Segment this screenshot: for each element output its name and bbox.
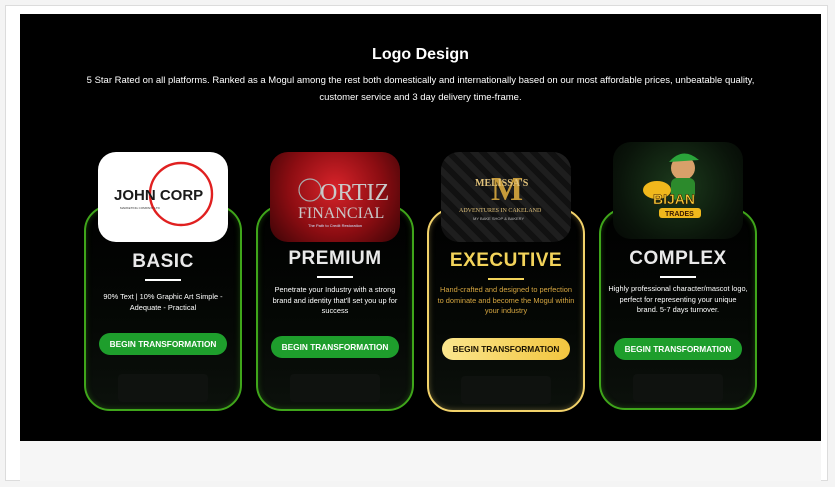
section-title: Logo Design — [372, 46, 469, 63]
financial-logo-text: FINANCIAL — [298, 205, 384, 222]
bijan-trades-logo-image: BIJAN TRADES — [613, 142, 743, 239]
page-bottom-area — [20, 441, 821, 481]
card-bottom-shadow — [118, 374, 208, 402]
melissas-logo-subtext: MY BAKE SHOP & BAKERY — [473, 216, 524, 221]
ortiz-logo-text: ORTIZ — [320, 180, 389, 206]
melissas-logo-text: MELISSA'S — [475, 178, 529, 189]
melissas-logo-tagline: ADVENTURES IN CAKELAND — [459, 208, 542, 214]
card-bottom-shadow — [461, 376, 551, 404]
card-description-executive: Hand-crafted and designed to perfection … — [437, 285, 575, 315]
melissas-monogram: M — [491, 171, 523, 208]
card-description-basic: 90% Text | 10% Graphic Art Simple - Adeq… — [103, 292, 223, 312]
section-subtitle: 5 Star Rated on all platforms. Ranked as… — [86, 75, 755, 103]
melissas-logo-graphic: M MELISSA'S ADVENTURES IN CAKELAND MY BA… — [459, 171, 542, 221]
bijan-trades-logo-graphic: BIJAN TRADES — [643, 153, 701, 218]
john-corp-logo-subtext: MARKETING COMPANY LTD — [120, 206, 161, 210]
card-divider — [488, 278, 524, 280]
john-corp-logo-text: JOHN CORP — [114, 187, 203, 204]
john-corp-logo-graphic: JOHN CORP MARKETING COMPANY LTD — [114, 161, 214, 227]
card-title-basic: BASIC — [132, 251, 194, 272]
ortiz-financial-logo-graphic: ORTIZ FINANCIAL The Path to Credit Resto… — [298, 178, 389, 228]
card-title-complex: COMPLEX — [629, 248, 727, 269]
card-description-premium: Penetrate your Industry with a strong br… — [272, 285, 398, 315]
melissas-logo-image: M MELISSA'S ADVENTURES IN CAKELAND MY BA… — [441, 152, 571, 242]
card-title-premium: PREMIUM — [288, 248, 382, 269]
card-divider — [660, 276, 696, 278]
begin-transformation-button-complex[interactable]: BEGIN TRANSFORMATION — [614, 338, 742, 360]
john-corp-logo-image: JOHN CORP MARKETING COMPANY LTD — [98, 152, 228, 242]
ortiz-logo-subtext: The Path to Credit Restoration — [308, 223, 362, 228]
begin-transformation-button-executive[interactable]: BEGIN TRANSFORMATION — [442, 338, 570, 360]
begin-transformation-button-basic[interactable]: BEGIN TRANSFORMATION — [99, 333, 227, 355]
card-bottom-shadow — [633, 374, 723, 402]
logo-design-section: Logo Design 5 Star Rated on all platform… — [20, 14, 821, 441]
bijan-logo-text: BIJAN — [653, 191, 695, 207]
trades-logo-text: TRADES — [665, 211, 694, 218]
begin-transformation-button-premium[interactable]: BEGIN TRANSFORMATION — [271, 336, 399, 358]
card-description-complex: Highly professional character/mascot log… — [608, 284, 748, 314]
card-bottom-shadow — [290, 374, 380, 402]
card-divider — [145, 279, 181, 281]
card-title-executive: EXECUTIVE — [449, 250, 563, 271]
ortiz-financial-logo-image: ORTIZ FINANCIAL The Path to Credit Resto… — [270, 152, 400, 242]
card-divider — [317, 276, 353, 278]
